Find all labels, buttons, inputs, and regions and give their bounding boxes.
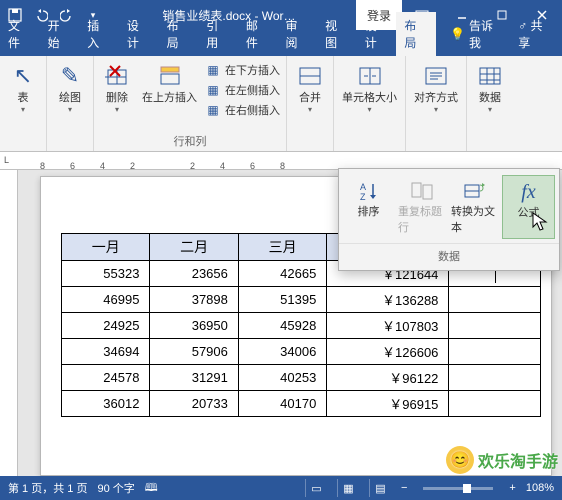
delete-button[interactable]: 删除▾ — [100, 60, 134, 116]
ribbon-group-data: 数据▾ — [467, 56, 513, 151]
insert-left-button[interactable]: ▦在左侧插入 — [205, 80, 280, 100]
table-row: 469953789851395￥136288 — [62, 287, 541, 313]
data-button[interactable]: 数据▾ — [473, 60, 507, 116]
watermark: 😊 欢乐淘手游 — [446, 446, 558, 474]
tab-layout[interactable]: 布局 — [159, 12, 199, 56]
convert-text-icon — [461, 179, 489, 203]
dropdown-group-label: 数据 — [339, 243, 559, 270]
table-row: 245783129140253￥96122 — [62, 365, 541, 391]
merge-icon — [296, 62, 324, 90]
read-mode-icon[interactable]: ▭ — [305, 479, 327, 497]
convert-to-text-button[interactable]: 转换为文本 — [449, 175, 500, 239]
insert-below-icon: ▦ — [205, 62, 221, 78]
page-gutter — [18, 170, 40, 476]
tab-review[interactable]: 审阅 — [277, 12, 317, 56]
share-button[interactable]: ♂ 共享 — [510, 12, 562, 56]
tab-design[interactable]: 设计 — [119, 12, 159, 56]
sort-icon: AZ — [355, 179, 383, 203]
merge-button[interactable]: 合并▾ — [293, 60, 327, 116]
svg-text:Z: Z — [360, 192, 366, 202]
zoom-out-button[interactable]: − — [401, 482, 407, 494]
col-header[interactable]: 三月 — [238, 234, 326, 261]
insert-above-icon — [156, 62, 184, 90]
table-row: 360122073340170￥96915 — [62, 391, 541, 417]
vertical-ruler[interactable] — [0, 170, 18, 476]
tab-selector[interactable]: L — [4, 155, 9, 165]
tab-table-layout[interactable]: 布局 — [396, 12, 436, 56]
col-header[interactable]: 二月 — [150, 234, 238, 261]
tell-me[interactable]: 💡告诉我 — [444, 12, 510, 56]
select-button[interactable]: ↖表▾ — [6, 60, 40, 116]
repeat-header-button: 重复标题行 — [396, 175, 447, 239]
draw-table-button[interactable]: ✎绘图▾ — [53, 60, 87, 116]
word-count[interactable]: 90 个字 — [97, 480, 134, 496]
group-label-rows-cols: 行和列 — [174, 133, 207, 149]
table-row: 346945790634006￥126606 — [62, 339, 541, 365]
tab-references[interactable]: 引用 — [198, 12, 238, 56]
ribbon-group-merge: 合并▾ — [287, 56, 334, 151]
align-icon — [422, 62, 450, 90]
page-indicator[interactable]: 第 1 页，共 1 页 — [8, 480, 87, 496]
pencil-icon: ✎ — [56, 62, 84, 90]
zoom-slider[interactable] — [423, 487, 493, 490]
data-icon — [476, 62, 504, 90]
delete-table-icon — [103, 62, 131, 90]
zoom-level[interactable]: 108% — [526, 482, 554, 494]
formula-button[interactable]: fx公式 — [502, 175, 555, 239]
tab-home[interactable]: 开始 — [40, 12, 80, 56]
tab-mailings[interactable]: 邮件 — [238, 12, 278, 56]
print-layout-icon[interactable]: ▦ — [337, 479, 359, 497]
data-dropdown-panel: AZ排序 重复标题行 转换为文本 fx公式 数据 — [338, 168, 560, 271]
alignment-button[interactable]: 对齐方式▾ — [412, 60, 460, 116]
ribbon-tabs: 文件 开始 插入 设计 布局 引用 邮件 审阅 视图 设计 布局 💡告诉我 ♂ … — [0, 30, 562, 56]
bulb-icon: 💡 — [450, 27, 465, 41]
status-bar: 第 1 页，共 1 页 90 个字 🕮 ▭ ▦ ▤ − + 108% — [0, 476, 562, 500]
ribbon-group-align: 对齐方式▾ — [406, 56, 467, 151]
formula-icon: fx — [515, 180, 543, 204]
sort-button[interactable]: AZ排序 — [343, 175, 394, 239]
insert-below-button[interactable]: ▦在下方插入 — [205, 60, 280, 80]
tab-view[interactable]: 视图 — [317, 12, 357, 56]
tab-insert[interactable]: 插入 — [79, 12, 119, 56]
ribbon-group-cellsize: 单元格大小▾ — [334, 56, 406, 151]
insert-right-icon: ▦ — [205, 102, 221, 118]
ribbon: ↖表▾ ✎绘图▾ 删除▾ 在上方插入 ▦在下方插入 ▦在左侧插入 ▦在右侧插入 … — [0, 56, 562, 152]
cell-size-button[interactable]: 单元格大小▾ — [340, 60, 399, 116]
pointer-icon: ↖ — [9, 62, 37, 90]
insert-above-button[interactable]: 在上方插入 — [140, 60, 199, 107]
insert-left-icon: ▦ — [205, 82, 221, 98]
table-row: 249253695045928￥107803 — [62, 313, 541, 339]
col-header[interactable]: 一月 — [62, 234, 150, 261]
tab-file[interactable]: 文件 — [0, 12, 40, 56]
language-indicator[interactable]: 🕮 — [145, 479, 158, 498]
svg-text:A: A — [360, 182, 366, 192]
smiley-icon: 😊 — [446, 446, 474, 474]
insert-right-button[interactable]: ▦在右侧插入 — [205, 100, 280, 120]
repeat-header-icon — [408, 179, 436, 203]
ribbon-group-table: ↖表▾ — [0, 56, 47, 151]
tab-table-design[interactable]: 设计 — [357, 12, 397, 56]
ribbon-group-draw: ✎绘图▾ — [47, 56, 94, 151]
web-layout-icon[interactable]: ▤ — [369, 479, 391, 497]
ribbon-group-rows-cols: 删除▾ 在上方插入 ▦在下方插入 ▦在左侧插入 ▦在右侧插入 行和列 — [94, 56, 287, 151]
cell-size-icon — [356, 62, 384, 90]
zoom-in-button[interactable]: + — [509, 482, 515, 494]
